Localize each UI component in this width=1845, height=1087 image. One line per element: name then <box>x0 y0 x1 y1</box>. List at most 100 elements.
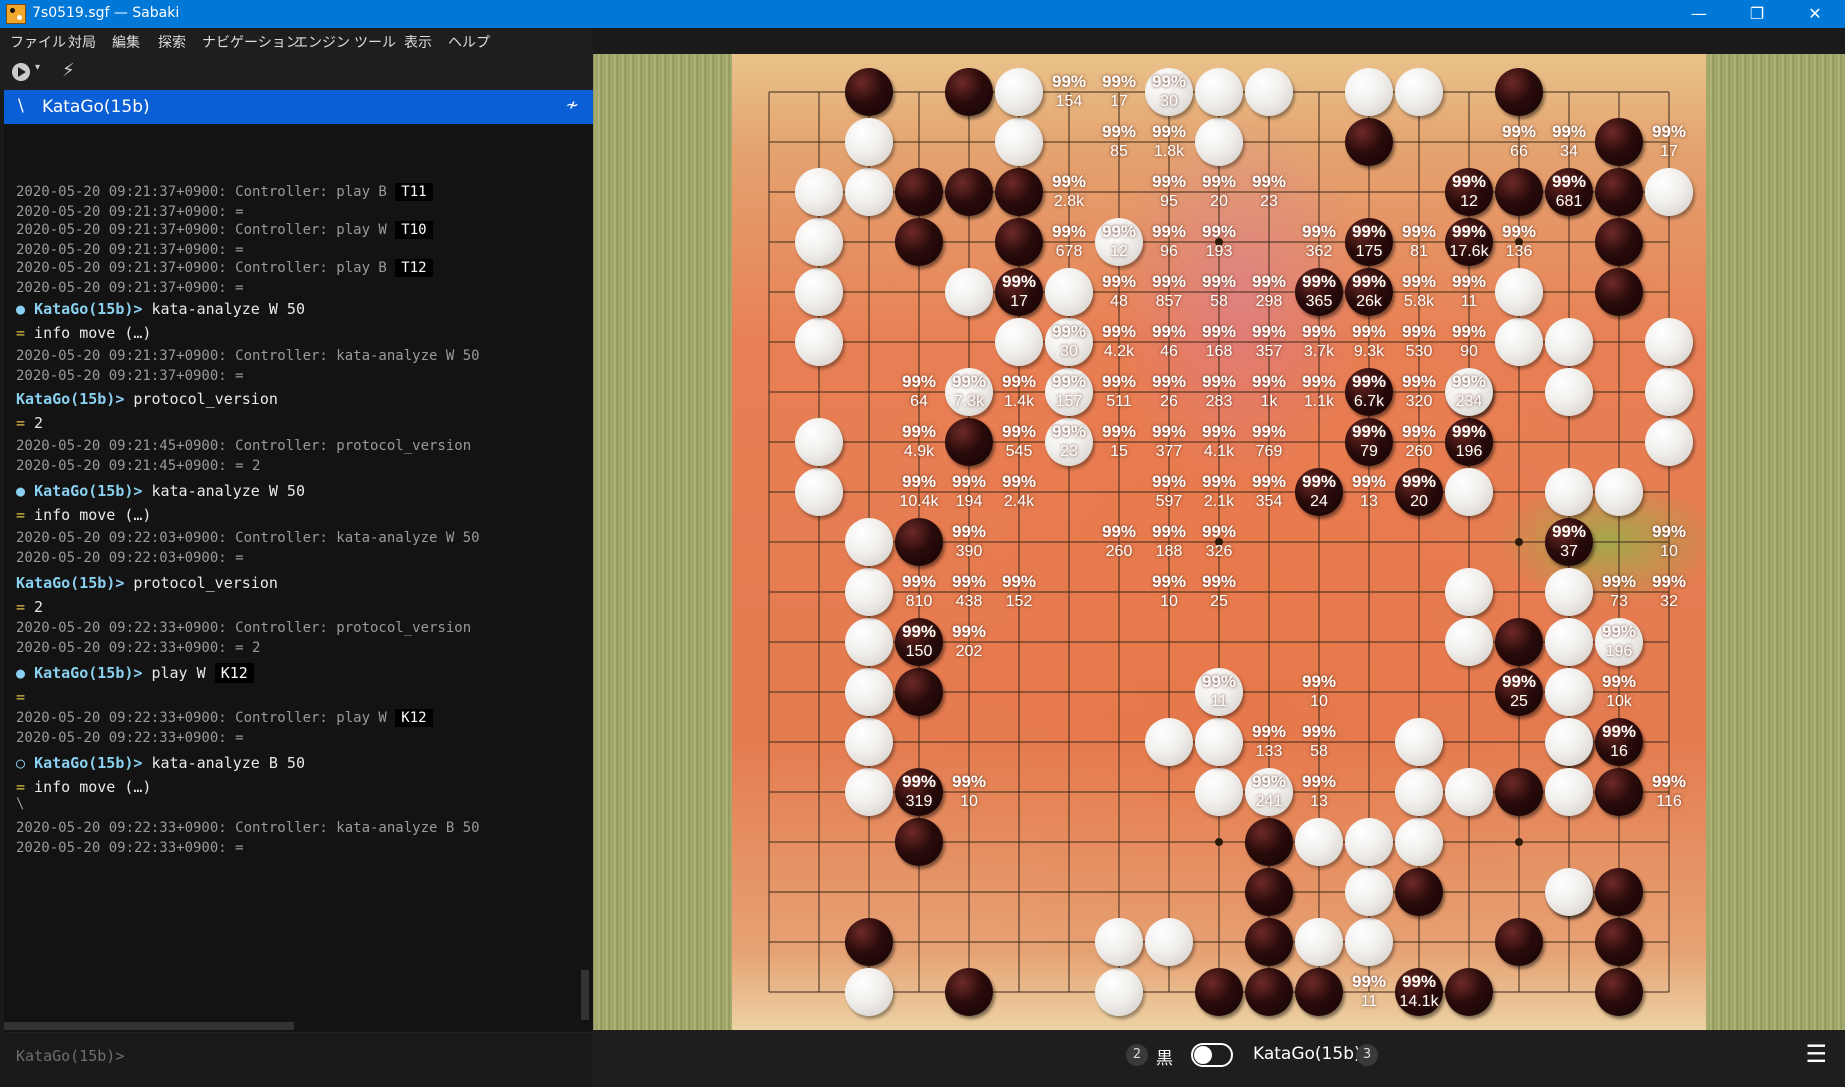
white-stone[interactable] <box>1345 868 1393 916</box>
analysis-label[interactable]: 99% 1k <box>1243 372 1295 412</box>
black-stone[interactable] <box>1345 118 1393 166</box>
analysis-label[interactable]: 99% 26k <box>1343 272 1395 312</box>
analysis-label[interactable]: 99% 15 <box>1093 422 1145 462</box>
analysis-label[interactable]: 99% 25 <box>1493 672 1545 712</box>
white-stone[interactable] <box>1445 568 1493 616</box>
black-stone[interactable] <box>1245 868 1293 916</box>
white-stone[interactable] <box>1395 768 1443 816</box>
white-stone[interactable] <box>845 768 893 816</box>
analysis-label[interactable]: 99% 66 <box>1493 122 1545 162</box>
analysis-label[interactable]: 99% 1.8k <box>1143 122 1195 162</box>
black-stone[interactable] <box>945 418 993 466</box>
analysis-label[interactable]: 99% 260 <box>1393 422 1445 462</box>
analysis-label[interactable]: 99% 810 <box>893 572 945 612</box>
white-stone[interactable] <box>795 218 843 266</box>
analysis-label[interactable]: 99% 20 <box>1193 172 1245 212</box>
black-stone[interactable] <box>845 918 893 966</box>
analysis-label[interactable]: 99% 12 <box>1093 222 1145 262</box>
black-stone[interactable] <box>1245 818 1293 866</box>
white-stone[interactable] <box>1295 918 1343 966</box>
white-stone[interactable] <box>1545 668 1593 716</box>
analysis-label[interactable]: 99% 438 <box>943 572 995 612</box>
menu-navigation[interactable]: ナビゲーション <box>202 32 300 52</box>
white-stone[interactable] <box>1195 118 1243 166</box>
black-stone[interactable] <box>1595 868 1643 916</box>
analysis-label[interactable]: 99% 13 <box>1343 472 1395 512</box>
analysis-label[interactable]: 99% 46 <box>1143 322 1195 362</box>
analysis-label[interactable]: 99% 20 <box>1393 472 1445 512</box>
white-stone[interactable] <box>845 118 893 166</box>
menu-find[interactable]: 探索 <box>158 32 186 52</box>
black-stone[interactable] <box>1595 968 1643 1016</box>
pulse-icon[interactable]: ≁ <box>566 95 579 114</box>
analysis-label[interactable]: 99% 154 <box>1043 72 1095 112</box>
analysis-label[interactable]: 99% 241 <box>1243 772 1295 812</box>
analysis-label[interactable]: 99% 168 <box>1193 322 1245 362</box>
analysis-label[interactable]: 99% 319 <box>893 772 945 812</box>
black-stone[interactable] <box>1295 968 1343 1016</box>
white-stone[interactable] <box>1545 468 1593 516</box>
analysis-label[interactable]: 99% 357 <box>1243 322 1295 362</box>
analysis-label[interactable]: 99% 2.4k <box>993 472 1045 512</box>
white-stone[interactable] <box>1245 68 1293 116</box>
analysis-label[interactable]: 99% 24 <box>1293 472 1345 512</box>
white-stone[interactable] <box>1195 768 1243 816</box>
analysis-label[interactable]: 99% 10 <box>1643 522 1695 562</box>
analysis-label[interactable]: 99% 79 <box>1343 422 1395 462</box>
analysis-label[interactable]: 99% 26 <box>1143 372 1195 412</box>
black-stone[interactable] <box>1445 968 1493 1016</box>
white-stone[interactable] <box>995 118 1043 166</box>
analysis-label[interactable]: 99% 17 <box>993 272 1045 312</box>
analysis-label[interactable]: 99% 234 <box>1443 372 1495 412</box>
analysis-label[interactable]: 99% 194 <box>943 472 995 512</box>
white-stone[interactable] <box>845 568 893 616</box>
white-stone[interactable] <box>795 418 843 466</box>
white-stone[interactable] <box>1645 318 1693 366</box>
white-stone[interactable] <box>1645 368 1693 416</box>
white-stone[interactable] <box>845 618 893 666</box>
white-stone[interactable] <box>1545 718 1593 766</box>
console-horizontal-scrollbar[interactable] <box>4 1022 294 1030</box>
black-stone[interactable] <box>1495 618 1543 666</box>
analysis-label[interactable]: 99% 58 <box>1193 272 1245 312</box>
white-stone[interactable] <box>995 68 1043 116</box>
lightning-icon[interactable]: ⚡ <box>62 60 75 81</box>
analysis-label[interactable]: 99% 136 <box>1493 222 1545 262</box>
analysis-label[interactable]: 99% 678 <box>1043 222 1095 262</box>
analysis-label[interactable]: 99% 152 <box>993 572 1045 612</box>
analysis-label[interactable]: 99% 17 <box>1093 72 1145 112</box>
white-stone[interactable] <box>795 168 843 216</box>
black-stone[interactable] <box>945 168 993 216</box>
analysis-label[interactable]: 99% 25 <box>1193 572 1245 612</box>
analysis-label[interactable]: 99% 2.1k <box>1193 472 1245 512</box>
black-stone[interactable] <box>945 968 993 1016</box>
white-stone[interactable] <box>1195 718 1243 766</box>
analysis-label[interactable]: 99% 681 <box>1543 172 1595 212</box>
analysis-label[interactable]: 99% 23 <box>1043 422 1095 462</box>
white-stone[interactable] <box>795 318 843 366</box>
black-stone[interactable] <box>895 818 943 866</box>
white-stone[interactable] <box>845 968 893 1016</box>
analysis-label[interactable]: 99% 30 <box>1143 72 1195 112</box>
white-stone[interactable] <box>1645 418 1693 466</box>
black-stone[interactable] <box>1595 768 1643 816</box>
analysis-label[interactable]: 99% 175 <box>1343 222 1395 262</box>
white-stone[interactable] <box>995 318 1043 366</box>
minimize-button[interactable]: — <box>1670 0 1728 28</box>
black-stone[interactable] <box>1595 168 1643 216</box>
analysis-label[interactable]: 99% 157 <box>1043 372 1095 412</box>
analysis-label[interactable]: 99% 5.8k <box>1393 272 1445 312</box>
black-stone[interactable] <box>895 668 943 716</box>
white-stone[interactable] <box>1195 68 1243 116</box>
analysis-label[interactable]: 99% 34 <box>1543 122 1595 162</box>
analysis-label[interactable]: 99% 390 <box>943 522 995 562</box>
white-stone[interactable] <box>845 668 893 716</box>
analysis-label[interactable]: 99% 365 <box>1293 272 1345 312</box>
white-stone[interactable] <box>1445 618 1493 666</box>
play-icon[interactable] <box>12 63 30 81</box>
analysis-label[interactable]: 99% 9.3k <box>1343 322 1395 362</box>
restore-button[interactable]: ❐ <box>1728 0 1786 28</box>
black-stone[interactable] <box>1595 268 1643 316</box>
analysis-label[interactable]: 99% 13 <box>1293 772 1345 812</box>
analysis-label[interactable]: 99% 1.4k <box>993 372 1045 412</box>
